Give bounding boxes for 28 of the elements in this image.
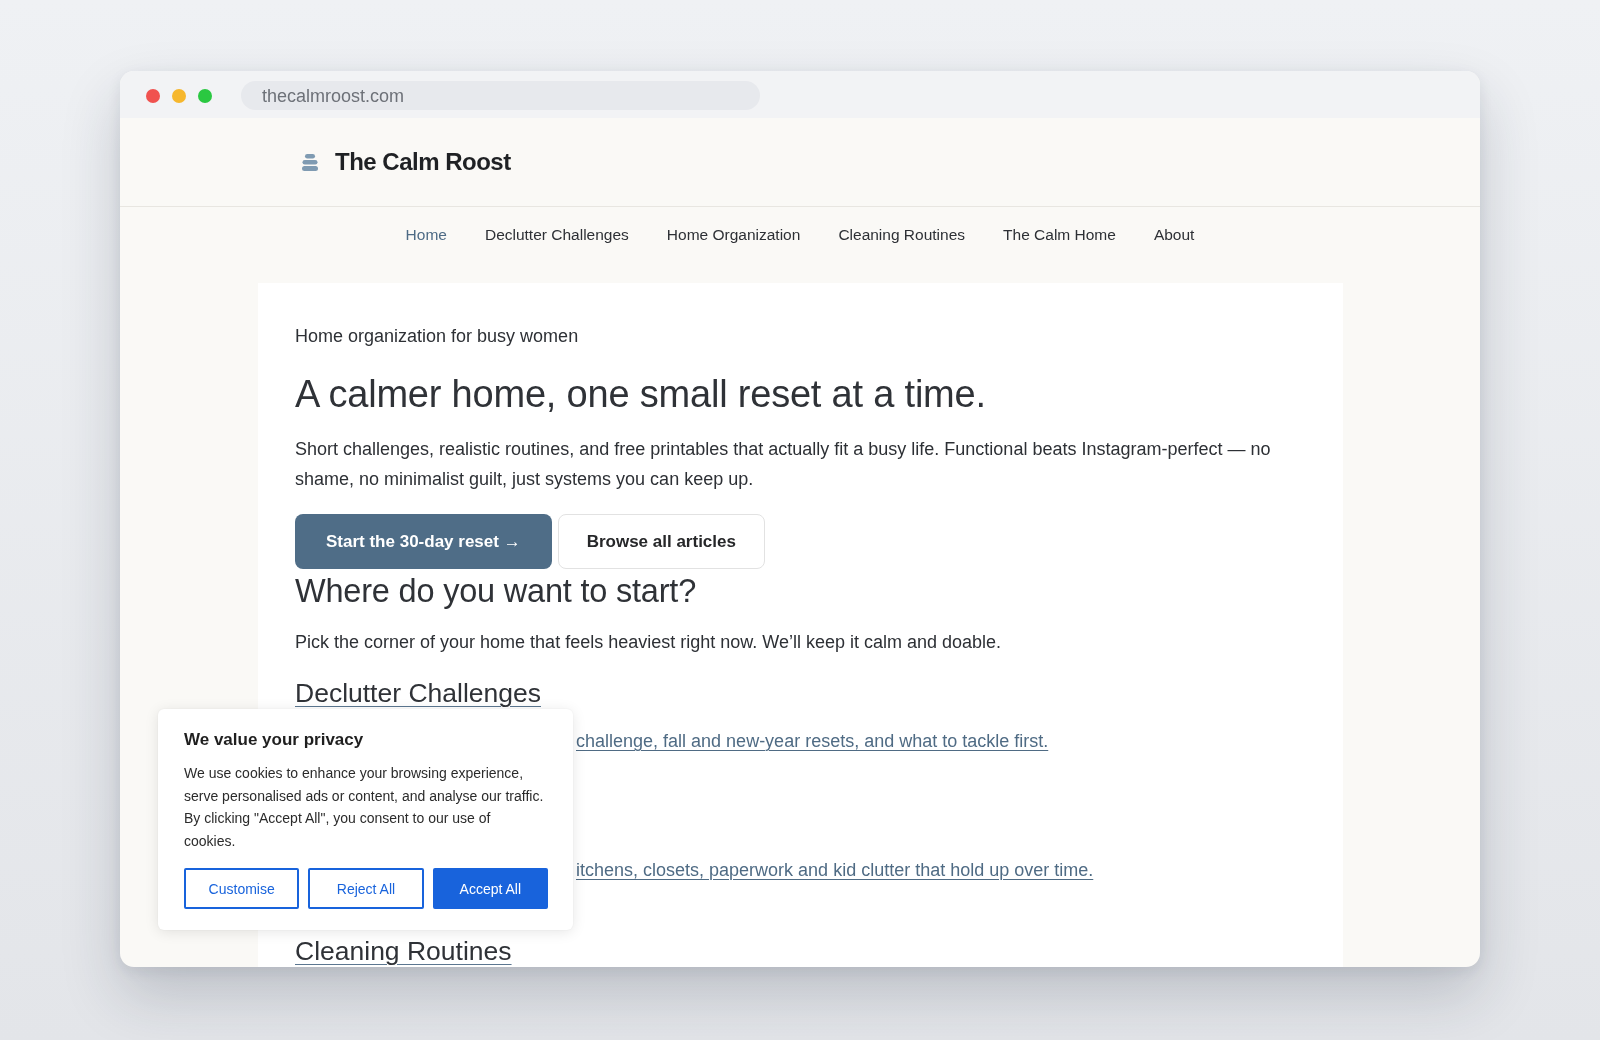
nav-link[interactable]: The Calm Home <box>1003 226 1116 244</box>
window-maximize-icon[interactable] <box>198 88 212 103</box>
stack-icon <box>302 153 318 171</box>
start-reset-button[interactable]: Start the 30-day reset → <box>295 514 552 569</box>
topic-description-link[interactable]: challenge, fall and new-year resets, and what to tackle first. <box>576 728 1049 754</box>
nav-link[interactable]: Home <box>405 226 447 244</box>
cookie-message: We use cookies to enhance your browsing experience, serve personalised ads or content, and analyse our traffic. By clicking "Accept All", you consent to our use of cookies. <box>184 764 545 851</box>
nav-link[interactable]: Home Organization <box>666 226 801 244</box>
nav-link[interactable]: Declutter Challenges <box>484 226 629 244</box>
topic-description-link[interactable]: itchens, closets, paperwork and kid clutter that hold up over time. <box>576 857 1094 883</box>
nav-link[interactable]: About <box>1153 226 1195 244</box>
browse-articles-button[interactable]: Browse all articles <box>557 514 765 569</box>
address-bar[interactable]: thecalmroost.com <box>241 81 760 110</box>
site-title[interactable]: The Calm Roost <box>335 148 511 176</box>
section-heading: Where do you want to start? <box>295 572 698 611</box>
nav-link[interactable]: Cleaning Routines <box>838 226 966 244</box>
topic-heading-link[interactable]: Cleaning Routines <box>295 934 512 967</box>
tagline: Home organization for busy women <box>295 325 580 348</box>
cookie-title: We value your privacy <box>184 729 365 751</box>
window-close-icon[interactable] <box>146 88 160 103</box>
topic-heading-link[interactable]: Declutter Challenges <box>295 676 541 710</box>
section-intro: Pick the corner of your home that feels heaviest right now. We’ll keep it calm and doable. <box>295 631 1003 654</box>
cookie-option-button[interactable]: Customise <box>184 868 300 909</box>
accept-cookies-button[interactable]: Accept All <box>432 868 548 909</box>
hero-heading: A calmer home, one small reset at a time. <box>295 372 987 416</box>
hero-description: Short challenges, realistic routines, and free printables that actually fit a busy life. Functional beats Instagram-perfect — no shame, no minimalist guilt, just systems you can keep up. <box>295 438 1272 491</box>
window-minimize-icon[interactable] <box>172 88 186 103</box>
cookie-option-button[interactable]: Reject All <box>308 868 424 909</box>
